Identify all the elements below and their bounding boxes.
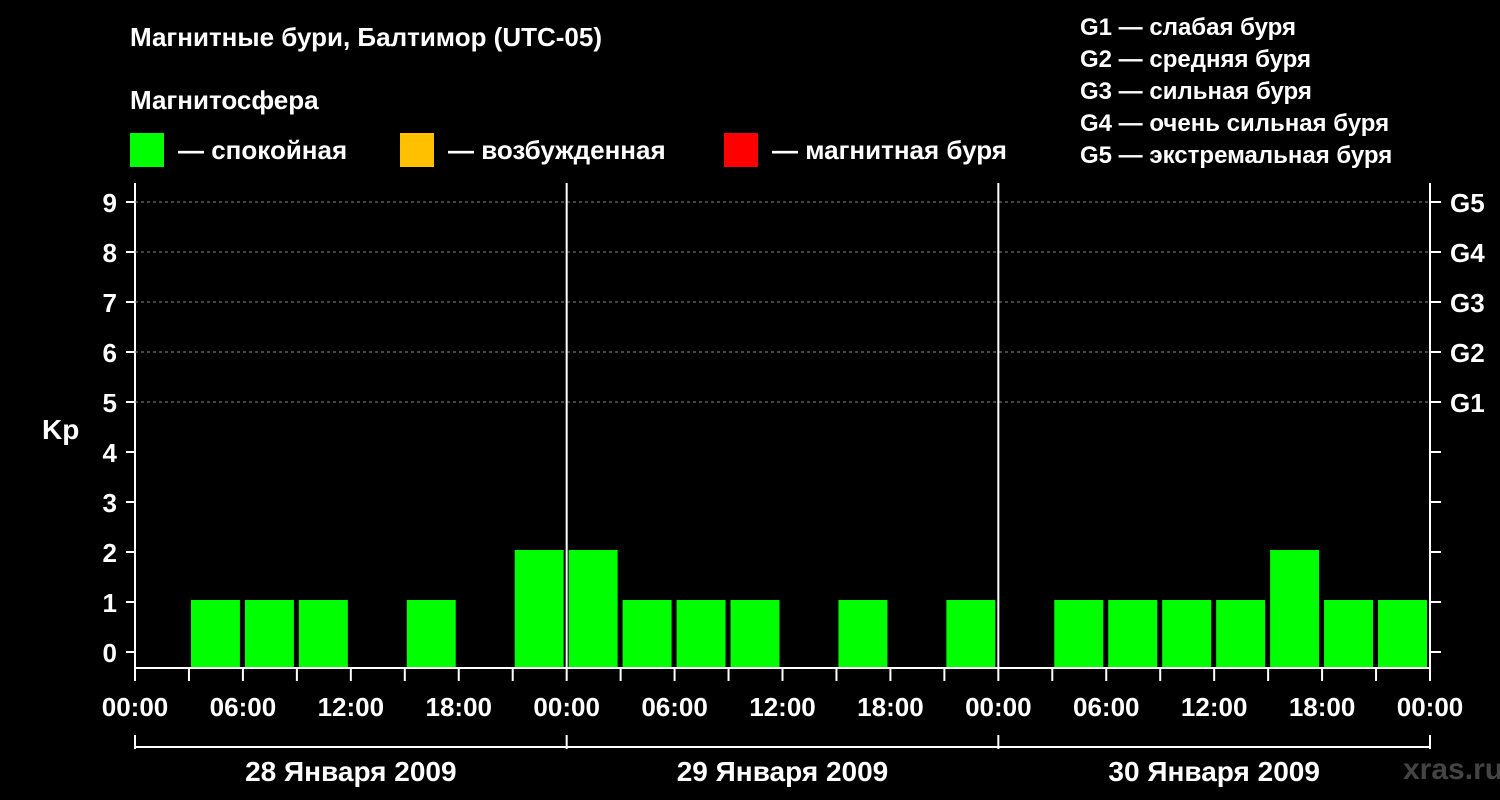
x-tick-label: 12:00	[749, 692, 816, 722]
kp-bar-chart: 0 1 2 3 4 5 6 7 8 9 G1 G2 G3 G4 G5 Kp 00:00 06:00 12:00 18:…	[42, 183, 1485, 787]
y-tick-label: 9	[103, 188, 117, 218]
x-tick-label: 06:00	[210, 692, 277, 722]
kp-bar	[1162, 600, 1212, 667]
y-tick-label: 3	[103, 488, 117, 518]
g-level-label: G4	[1450, 238, 1485, 268]
kp-bar	[1270, 550, 1320, 667]
g-level-label: G5	[1450, 188, 1485, 218]
kp-bar	[190, 600, 240, 667]
x-tick-label: 06:00	[1073, 692, 1140, 722]
x-tick-label: 18:00	[426, 692, 493, 722]
g-level-label: G1	[1450, 388, 1485, 418]
g-level-label: G3	[1450, 288, 1485, 318]
kp-bar	[406, 600, 456, 667]
x-tick-label: 12:00	[1181, 692, 1248, 722]
kp-bar	[568, 550, 618, 667]
day-label: 29 Января 2009	[677, 756, 889, 787]
kp-bar	[730, 600, 780, 667]
x-tick-label: 18:00	[857, 692, 924, 722]
y-tick-label: 5	[103, 388, 117, 418]
kp-bar	[622, 600, 672, 667]
x-tick-label: 00:00	[1397, 692, 1464, 722]
day-label: 28 Января 2009	[245, 756, 457, 787]
kp-bar	[676, 600, 726, 667]
kp-bar	[514, 550, 564, 667]
x-tick-label: 12:00	[318, 692, 385, 722]
kp-bar	[1216, 600, 1266, 667]
kp-bar	[1324, 600, 1374, 667]
kp-bar	[1378, 600, 1427, 667]
y-axis-label: Kp	[42, 414, 79, 445]
x-tick-label: 00:00	[965, 692, 1032, 722]
y-tick-label: 4	[103, 438, 118, 468]
x-tick-label: 00:00	[102, 692, 169, 722]
g-level-label: G2	[1450, 338, 1485, 368]
y-tick-label: 1	[103, 588, 117, 618]
kp-bar	[298, 600, 348, 667]
day-label: 30 Января 2009	[1108, 756, 1320, 787]
x-tick-label: 06:00	[641, 692, 708, 722]
y-tick-label: 0	[103, 638, 117, 668]
y-tick-label: 2	[103, 538, 117, 568]
kp-bar	[1108, 600, 1158, 667]
kp-bar	[946, 600, 996, 667]
watermark: xras.ru	[1403, 753, 1500, 786]
y-tick-label: 7	[103, 288, 117, 318]
y-tick-label: 6	[103, 338, 117, 368]
x-tick-label: 00:00	[533, 692, 600, 722]
kp-bar	[244, 600, 294, 667]
kp-bar	[838, 600, 888, 667]
x-tick-label: 18:00	[1289, 692, 1356, 722]
kp-bar	[1054, 600, 1104, 667]
y-tick-label: 8	[103, 238, 117, 268]
